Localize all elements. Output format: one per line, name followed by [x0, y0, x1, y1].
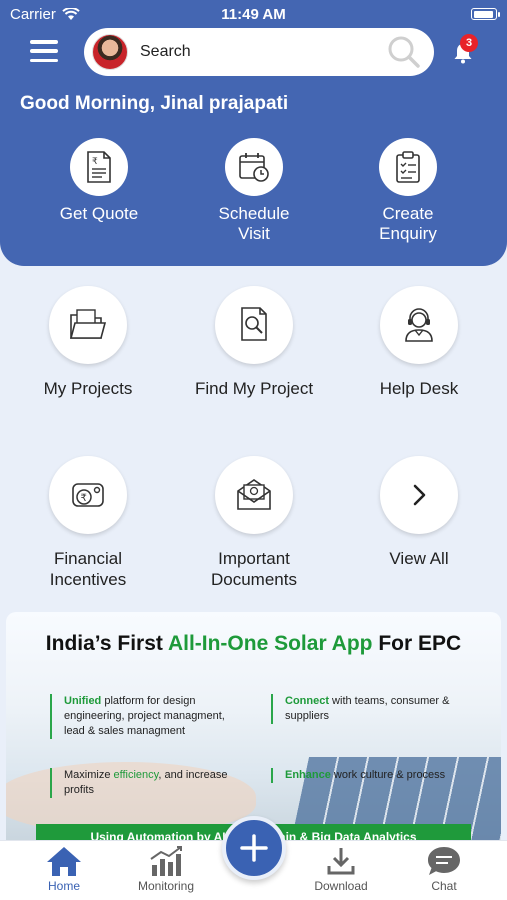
home-icon: [47, 847, 81, 876]
tile-label: Find My Project: [194, 379, 314, 398]
bullet-text: work culture & process: [330, 769, 446, 781]
support-agent-icon: [405, 308, 433, 342]
search-icon[interactable]: [384, 32, 424, 72]
quote-document-icon: ₹: [87, 151, 111, 183]
plus-icon: [240, 834, 268, 862]
banner-bullet: Connect with teams, consumer & suppliers: [271, 694, 471, 724]
promo-banner[interactable]: India’s First All-In-One Solar App For E…: [6, 612, 501, 842]
nav-home-label: Home: [47, 879, 80, 893]
document-search-icon: [241, 307, 267, 341]
banner-title-suffix: For EPC: [372, 632, 462, 655]
search-bar[interactable]: Search: [84, 28, 434, 76]
create-enquiry-button[interactable]: Create Enquiry: [343, 138, 473, 244]
folder-icon: [69, 309, 107, 339]
tile-financial-incentives[interactable]: ₹ Financial Incentives: [13, 456, 163, 590]
calendar-clock-icon: [239, 153, 269, 182]
greeting: Good Morning, Jinal prajapati: [20, 93, 289, 114]
battery-icon: [471, 8, 500, 20]
nav-chat[interactable]: Chat: [399, 845, 489, 893]
nav-chat-label: Chat: [431, 879, 457, 893]
tile-label: Financial Incentives: [49, 549, 127, 589]
tile-label: My Projects: [43, 379, 133, 398]
get-quote-button[interactable]: ₹ Get Quote: [34, 138, 164, 224]
tile-important-documents[interactable]: Important Documents: [179, 456, 329, 590]
chevron-right-icon: [413, 484, 426, 506]
chart-icon: [150, 846, 182, 876]
tile-label: Help Desk: [379, 379, 459, 398]
svg-text:₹: ₹: [81, 493, 87, 504]
tile-label: View All: [389, 549, 449, 568]
bullet-highlight: efficiency: [113, 769, 159, 781]
tile-my-projects[interactable]: My Projects: [13, 286, 163, 399]
banner-title: India’s First All-In-One Solar App For E…: [6, 632, 501, 656]
wallet-rupee-icon: ₹: [72, 483, 104, 507]
chat-icon: [428, 847, 460, 875]
tile-label: Important Documents: [211, 549, 297, 589]
banner-title-prefix: India’s First: [45, 632, 168, 655]
search-input[interactable]: Search: [140, 43, 384, 61]
nav-monitoring-label: Monitoring: [137, 879, 195, 893]
bullet-prefix: Maximize: [64, 769, 114, 781]
tile-view-all[interactable]: View All: [344, 456, 494, 569]
clipboard-icon: [396, 151, 420, 183]
avatar[interactable]: [92, 34, 128, 70]
add-button[interactable]: [222, 816, 286, 880]
clock: 11:49 AM: [221, 6, 286, 23]
bullet-highlight: Connect: [285, 695, 329, 707]
banner-bullet: Maximize efficiency, and increase profit…: [50, 768, 240, 798]
tile-help-desk[interactable]: Help Desk: [344, 286, 494, 399]
schedule-visit-label: Schedule Visit: [218, 204, 290, 243]
banner-title-highlight: All-In-One Solar App: [167, 632, 373, 655]
menu-button[interactable]: [30, 40, 58, 62]
get-quote-label: Get Quote: [59, 204, 139, 223]
svg-text:₹: ₹: [92, 157, 98, 167]
bullet-highlight: Enhance: [285, 769, 331, 781]
nav-monitoring[interactable]: Monitoring: [121, 845, 211, 893]
bullet-highlight: Unified: [64, 695, 102, 707]
download-icon: [327, 848, 355, 875]
nav-download-label: Download: [314, 879, 368, 893]
notification-badge: 3: [460, 34, 478, 52]
envelope-icon: [237, 479, 271, 510]
nav-home[interactable]: Home: [19, 845, 109, 893]
status-bar: Carrier 11:49 AM: [0, 0, 507, 28]
tile-find-my-project[interactable]: Find My Project: [179, 286, 329, 399]
banner-bullet: Unified platform for design engineering,…: [50, 694, 240, 739]
banner-bullet: Enhance work culture & process: [271, 768, 471, 783]
schedule-visit-button[interactable]: Schedule Visit: [189, 138, 319, 244]
create-enquiry-label: Create Enquiry: [379, 204, 437, 243]
nav-download[interactable]: Download: [296, 845, 386, 893]
